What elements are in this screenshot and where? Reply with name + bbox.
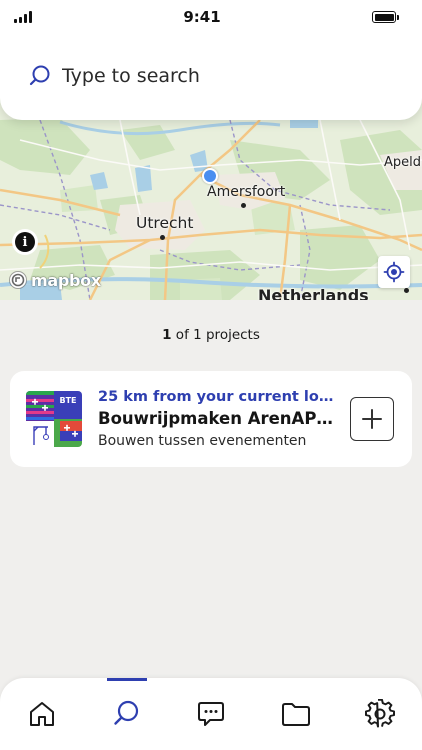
- status-bar: 9:41: [0, 0, 422, 34]
- project-count-suffix: of 1 projects: [171, 327, 260, 343]
- map-label-apeldoorn: Apeld: [384, 155, 422, 170]
- nav-item-home[interactable]: [12, 678, 72, 750]
- crosshair-icon: [383, 261, 405, 283]
- map-label-utrecht: Utrecht: [136, 214, 194, 232]
- project-card-text: 25 km from your current location Bouwrij…: [98, 389, 334, 449]
- signal-icon: [14, 11, 32, 23]
- nav-item-messages[interactable]: [181, 678, 241, 750]
- map-city-dot-east: [404, 288, 409, 293]
- project-card[interactable]: BTE 25 km from your current location Bou…: [10, 371, 412, 467]
- project-count-number: 1: [162, 327, 172, 343]
- add-project-button[interactable]: [350, 397, 394, 441]
- nav-item-settings[interactable]: [350, 678, 410, 750]
- map-city-dot-amersfoort: [241, 203, 246, 208]
- project-distance: 25 km from your current location: [98, 389, 334, 405]
- map-label-netherlands: Netherlands: [258, 286, 369, 300]
- project-subtitle: Bouwen tussen evenementen: [98, 433, 307, 449]
- project-title: Bouwrijpmaken ArenAPoort: [98, 409, 334, 428]
- user-location-marker: [202, 168, 218, 184]
- chat-icon: [198, 702, 224, 726]
- project-thumbnail-text: BTE: [59, 396, 76, 405]
- info-icon: i: [15, 232, 35, 252]
- plus-icon: [362, 409, 382, 429]
- settings-icon: [365, 699, 395, 728]
- map-label-amersfoort: Amersfoort: [207, 184, 286, 200]
- folder-icon: [282, 703, 310, 726]
- mapbox-wordmark: mapbox: [31, 270, 101, 290]
- search-bar[interactable]: [28, 64, 382, 88]
- nav-item-projects[interactable]: [266, 678, 326, 750]
- nav-item-search[interactable]: [97, 678, 157, 750]
- search-icon: [29, 65, 50, 86]
- locate-me-button[interactable]: [378, 256, 410, 288]
- status-time: 9:41: [183, 8, 221, 26]
- map-info-button[interactable]: i: [12, 229, 38, 255]
- mapbox-attribution[interactable]: mapbox: [8, 270, 101, 290]
- search-input[interactable]: [62, 65, 382, 87]
- bottom-nav: [0, 678, 422, 750]
- search-icon: [114, 700, 139, 725]
- map-city-dot-utrecht: [160, 235, 165, 240]
- home-icon: [30, 702, 54, 726]
- mapbox-logo-icon: [9, 271, 27, 289]
- project-count: 1 of 1 projects: [0, 327, 422, 343]
- nav-active-indicator: [107, 678, 147, 681]
- project-thumbnail: BTE: [26, 391, 82, 447]
- battery-icon: [372, 11, 399, 23]
